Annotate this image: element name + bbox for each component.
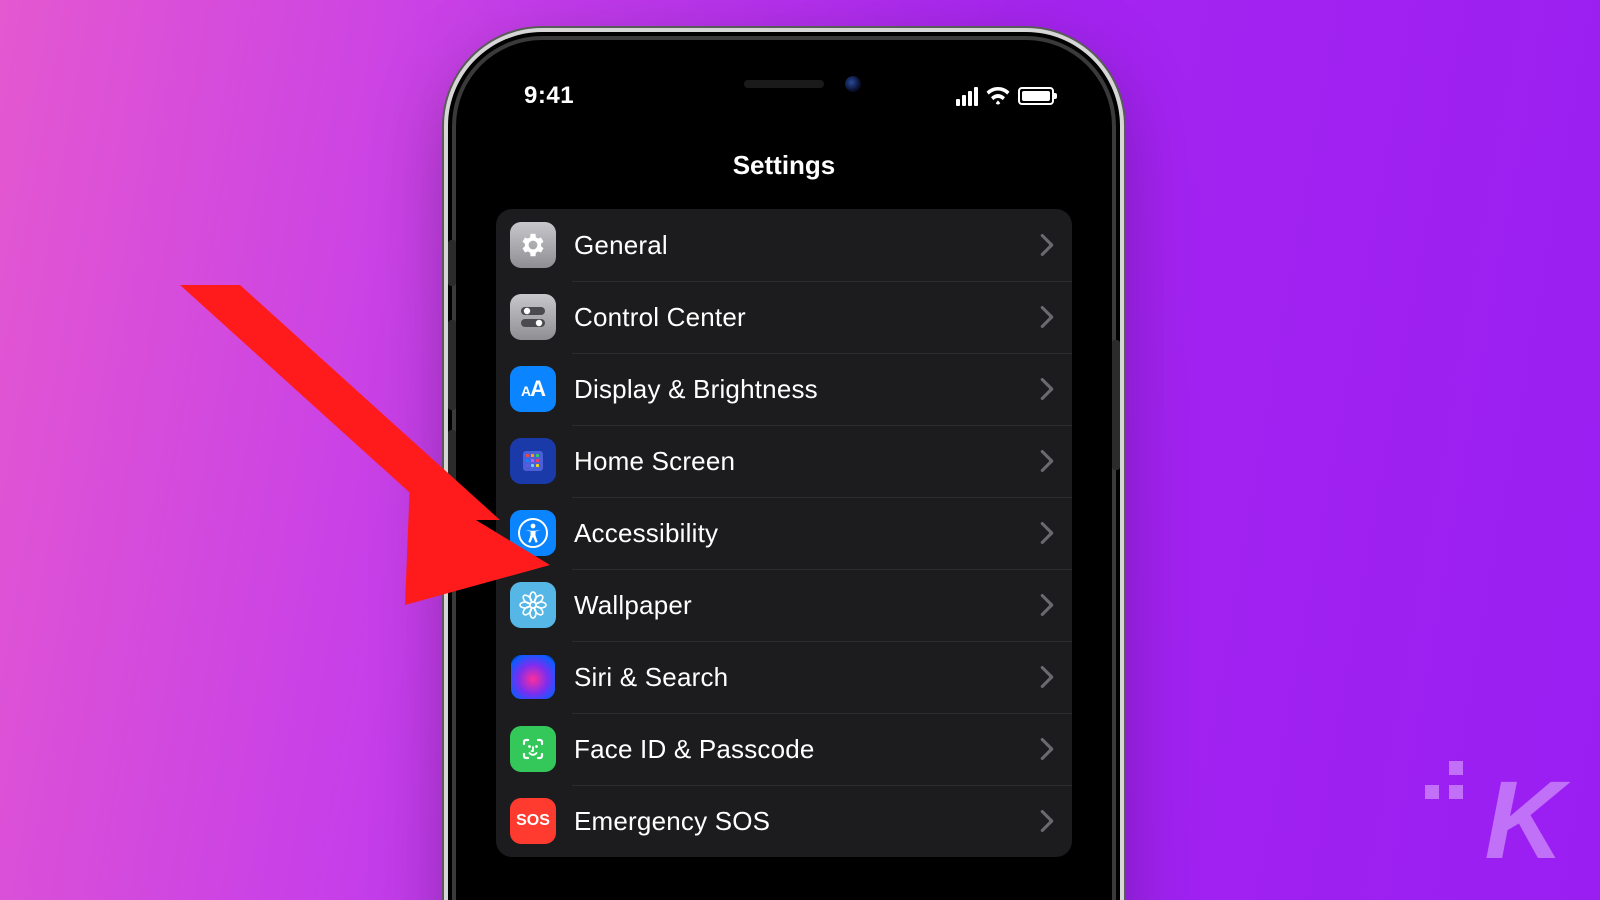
display-aa-icon: AA [510, 366, 556, 412]
home-grid-icon [510, 438, 556, 484]
cellular-icon [956, 87, 978, 106]
status-icons [956, 87, 1060, 106]
chevron-right-icon [1040, 594, 1054, 616]
chevron-right-icon [1040, 522, 1054, 544]
row-label: Siri & Search [574, 662, 728, 693]
row-faceid-passcode[interactable]: Face ID & Passcode [496, 713, 1072, 785]
chevron-right-icon [1040, 450, 1054, 472]
battery-icon [1018, 87, 1054, 105]
row-label: General [574, 230, 668, 261]
faceid-icon [510, 726, 556, 772]
row-display-brightness[interactable]: AA Display & Brightness [496, 353, 1072, 425]
notch [649, 62, 919, 110]
sos-icon: SOS [510, 798, 556, 844]
chevron-right-icon [1040, 306, 1054, 328]
volume-up-button [448, 320, 456, 410]
chevron-right-icon [1040, 666, 1054, 688]
row-accessibility[interactable]: Accessibility [496, 497, 1072, 569]
wifi-icon [986, 87, 1010, 105]
row-general[interactable]: General [496, 209, 1072, 281]
stage: 9:41 Settings General [0, 0, 1600, 900]
front-camera [845, 76, 861, 92]
row-label: Home Screen [574, 446, 735, 477]
speaker-grille [744, 80, 824, 88]
settings-list[interactable]: General Control Center [496, 209, 1072, 857]
row-home-screen[interactable]: Home Screen [496, 425, 1072, 497]
gear-icon [510, 222, 556, 268]
row-wallpaper[interactable]: Wallpaper [496, 569, 1072, 641]
toggles-icon [510, 294, 556, 340]
status-time: 9:41 [508, 82, 574, 110]
chevron-right-icon [1040, 738, 1054, 760]
power-button [1112, 340, 1120, 470]
row-siri-search[interactable]: Siri & Search [496, 641, 1072, 713]
accessibility-icon [510, 510, 556, 556]
watermark-text: K [1485, 759, 1566, 882]
page-title: Settings [478, 122, 1090, 209]
mute-switch [448, 240, 456, 286]
phone-frame: 9:41 Settings General [456, 40, 1112, 900]
phone-screen: 9:41 Settings General [478, 62, 1090, 900]
flower-icon [510, 582, 556, 628]
watermark: K [1485, 757, 1566, 884]
row-emergency-sos[interactable]: SOS Emergency SOS [496, 785, 1072, 857]
siri-icon [510, 654, 556, 700]
row-label: Face ID & Passcode [574, 734, 815, 765]
row-label: Display & Brightness [574, 374, 818, 405]
chevron-right-icon [1040, 378, 1054, 400]
volume-down-button [448, 430, 456, 520]
row-label: Control Center [574, 302, 746, 333]
chevron-right-icon [1040, 234, 1054, 256]
chevron-right-icon [1040, 810, 1054, 832]
row-label: Wallpaper [574, 590, 692, 621]
watermark-dots [1425, 761, 1463, 799]
row-label: Emergency SOS [574, 806, 770, 837]
row-label: Accessibility [574, 518, 718, 549]
row-control-center[interactable]: Control Center [496, 281, 1072, 353]
